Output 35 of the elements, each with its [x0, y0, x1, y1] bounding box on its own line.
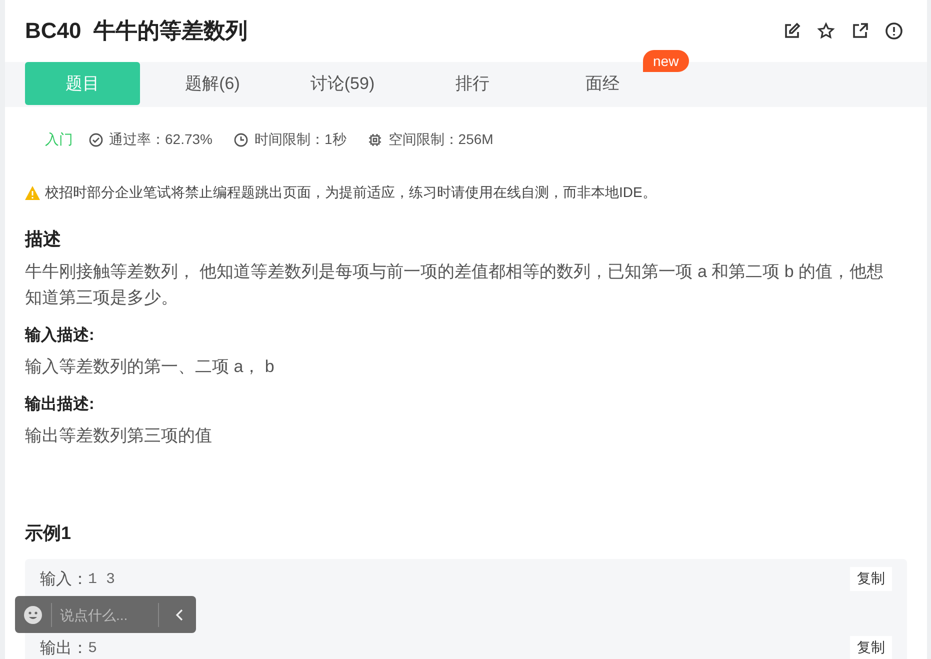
example-heading: 示例1 — [25, 522, 72, 545]
problem-title: BC40 牛牛的等差数列 — [25, 17, 248, 45]
tab[interactable]: 题解(6) — [155, 62, 270, 105]
smiley-icon[interactable] — [23, 604, 43, 624]
section-heading: 输出描述: — [25, 394, 96, 415]
chat-input[interactable]: 说点什么... — [51, 602, 159, 626]
example-label: 输入： — [40, 570, 88, 590]
chat-bar[interactable]: 说点什么... — [15, 596, 196, 633]
copy-button[interactable]: 复制 — [850, 567, 892, 591]
tab[interactable]: 讨论(59) — [285, 62, 400, 105]
copy-button[interactable]: 复制 — [850, 636, 892, 659]
tab[interactable]: 排行 — [415, 62, 530, 105]
section-heading: 输入描述: — [25, 325, 96, 346]
chip-icon — [368, 133, 382, 147]
space-limit: 空间限制：256M — [388, 131, 494, 149]
warning-icon — [25, 186, 40, 200]
example-value: 1 3 — [88, 570, 116, 588]
section-text: 牛牛刚接触等差数列， 他知道等差数列是每项与前一项的差值都相等的数列，已知第一项 a 和第二项 b 的值，他想知道第三项是多少。 — [25, 261, 885, 309]
example-label: 输出： — [40, 638, 88, 658]
example-value: 5 — [88, 640, 98, 656]
time-limit: 时间限制：1秒 — [254, 131, 346, 149]
notice-text: 校招时部分企业笔试将禁止编程题跳出页面，为提前适应，练习时请使用在线自测，而非本地IDE。 — [45, 184, 656, 202]
star-icon[interactable] — [817, 22, 835, 40]
chevron-left-icon[interactable] — [175, 608, 185, 622]
clock-icon — [234, 133, 248, 147]
pass-rate: 通过率：62.73% — [109, 131, 212, 149]
external-link-icon[interactable] — [851, 22, 869, 40]
edit-icon[interactable] — [783, 22, 801, 40]
difficulty-tag: 入门 — [45, 131, 73, 149]
section-heading: 描述 — [25, 228, 62, 251]
check-circle-icon — [89, 133, 103, 147]
section-text: 输入等差数列的第一、二项 a， b — [25, 356, 276, 378]
new-badge: new — [643, 50, 689, 72]
section-text: 输出等差数列第三项的值 — [25, 425, 213, 447]
info-icon[interactable] — [885, 22, 903, 40]
